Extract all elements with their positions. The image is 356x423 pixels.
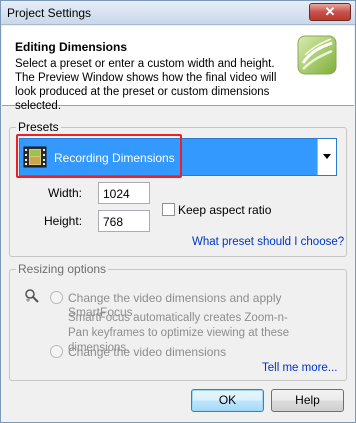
close-button[interactable]: ✕ — [309, 3, 351, 21]
height-label: Height: — [44, 214, 83, 228]
presets-legend: Presets — [16, 120, 61, 134]
width-label: Width: — [48, 186, 83, 200]
keep-aspect-checkbox[interactable] — [162, 203, 175, 216]
tell-me-more-link[interactable]: Tell me more... — [262, 362, 337, 374]
smartfocus-radio[interactable] — [50, 291, 63, 304]
change-dimensions-label[interactable]: Change the video dimensions — [68, 345, 226, 359]
resizing-legend: Resizing options — [16, 262, 109, 276]
title-bar[interactable]: Project Settings ✕ — [1, 1, 355, 25]
resizing-options-group: Resizing options Change the video dimens… — [9, 262, 347, 381]
highlight-box — [16, 134, 182, 178]
project-settings-dialog: Project Settings ✕ Editing Dimensions Se… — [0, 0, 356, 423]
dropdown-arrow-button[interactable] — [317, 139, 336, 175]
smartfocus-icon — [25, 289, 39, 303]
camtasia-logo-icon — [297, 35, 337, 75]
window-title: Project Settings — [7, 6, 92, 20]
width-input[interactable]: 1024 — [98, 182, 150, 204]
header-title: Editing Dimensions — [15, 40, 128, 54]
change-dimensions-radio[interactable] — [50, 345, 63, 358]
keep-aspect-label[interactable]: Keep aspect ratio — [178, 203, 271, 217]
height-input[interactable]: 768 — [98, 210, 150, 232]
header-description: Select a preset or enter a custom width … — [15, 58, 277, 112]
dialog-header: Editing Dimensions Select a preset or en… — [2, 26, 354, 112]
preset-help-link[interactable]: What preset should I choose? — [192, 236, 344, 248]
help-button[interactable]: Help — [271, 389, 344, 412]
presets-group: Presets Recording Dimensions Width: 1024 — [9, 120, 347, 257]
ok-button[interactable]: OK — [191, 389, 264, 412]
